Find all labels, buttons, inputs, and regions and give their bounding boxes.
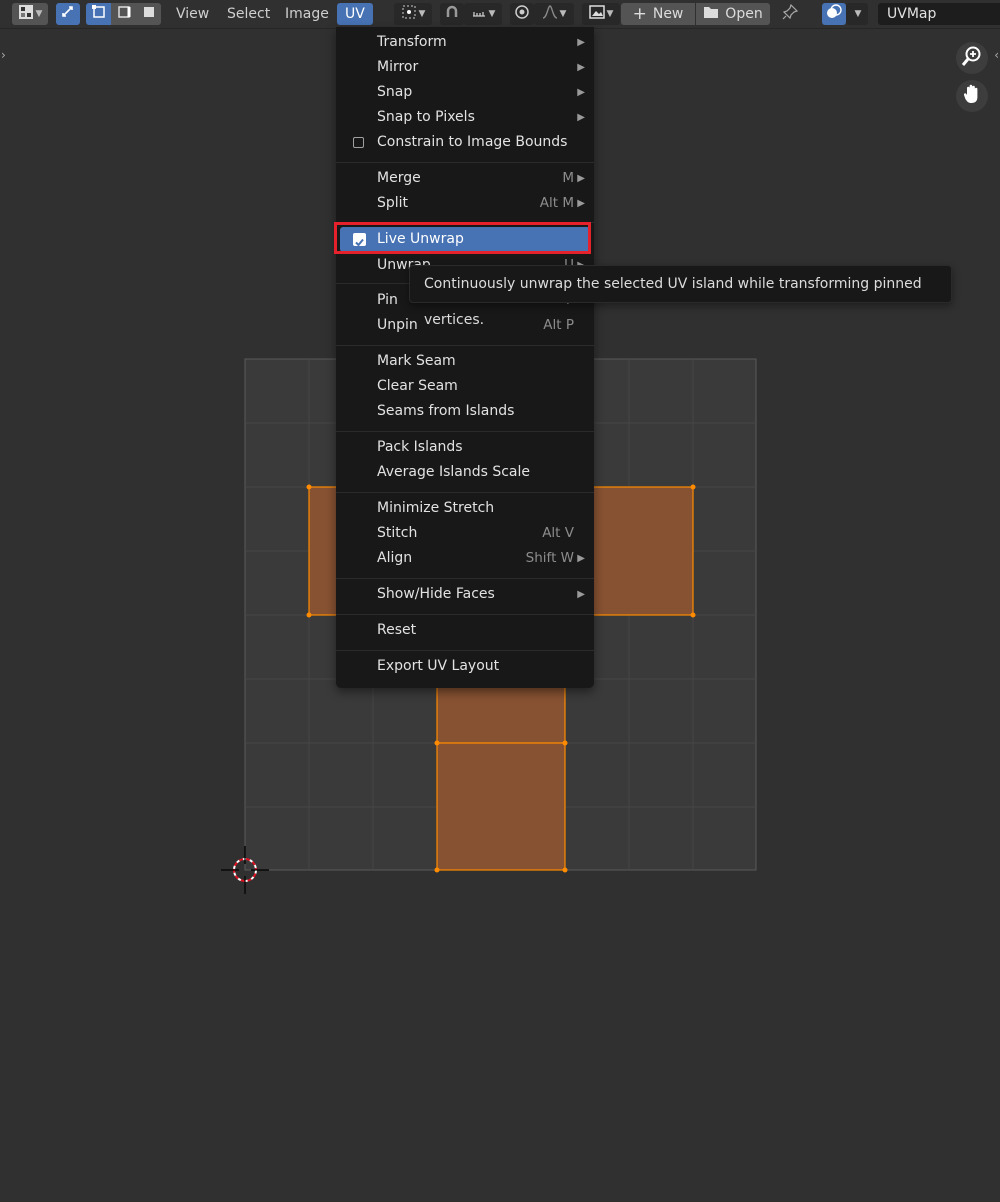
zoom-icon [961,45,983,71]
menu-item-merge[interactable]: Merge M ▶ [336,166,594,191]
menu-separator [336,162,594,163]
menu-separator [336,492,594,493]
pan-button[interactable] [956,80,988,112]
hand-icon [961,83,983,109]
menu-item-minimize-stretch[interactable]: Minimize Stretch [336,496,594,521]
highlight-box [334,222,591,254]
uv-menu-dropdown: Transform ▶ Mirror ▶ Snap ▶ Snap to Pixe… [336,27,594,688]
menu-item-snap[interactable]: Snap ▶ [336,80,594,105]
live-unwrap-tooltip: Continuously unwrap the selected UV isla… [409,265,952,328]
menu-item-snap-to-pixels[interactable]: Snap to Pixels ▶ [336,105,594,130]
submenu-arrow-icon: ▶ [577,87,585,98]
submenu-arrow-icon: ▶ [577,198,585,209]
menu-separator [336,345,594,346]
menu-item-stitch[interactable]: Stitch Alt V [336,521,594,546]
submenu-arrow-icon: ▶ [577,37,585,48]
submenu-arrow-icon: ▶ [577,62,585,73]
menu-separator [336,650,594,651]
menu-separator [336,578,594,579]
menu-item-align[interactable]: Align Shift W ▶ [336,546,594,571]
submenu-arrow-icon: ▶ [577,173,585,184]
submenu-arrow-icon: ▶ [577,553,585,564]
menu-item-show-hide-faces[interactable]: Show/Hide Faces ▶ [336,582,594,607]
submenu-arrow-icon: ▶ [577,112,585,123]
menu-item-clear-seam[interactable]: Clear Seam [336,374,594,399]
menu-item-seams-from-islands[interactable]: Seams from Islands [336,399,594,424]
menu-item-pack-islands[interactable]: Pack Islands [336,435,594,460]
menu-separator [336,431,594,432]
menu-item-average-islands-scale[interactable]: Average Islands Scale [336,460,594,485]
menu-item-export-uv-layout[interactable]: Export UV Layout [336,654,594,679]
menu-item-transform[interactable]: Transform ▶ [336,30,594,55]
menu-item-reset[interactable]: Reset [336,618,594,643]
zoom-button[interactable] [956,42,988,74]
submenu-arrow-icon: ▶ [577,589,585,600]
uv-face [436,742,566,871]
checkbox-icon[interactable] [353,137,364,148]
menu-item-mark-seam[interactable]: Mark Seam [336,349,594,374]
menu-separator [336,614,594,615]
menu-item-split[interactable]: Split Alt M ▶ [336,191,594,216]
menu-item-mirror[interactable]: Mirror ▶ [336,55,594,80]
menu-item-constrain-to-image-bounds[interactable]: Constrain to Image Bounds [336,130,594,155]
